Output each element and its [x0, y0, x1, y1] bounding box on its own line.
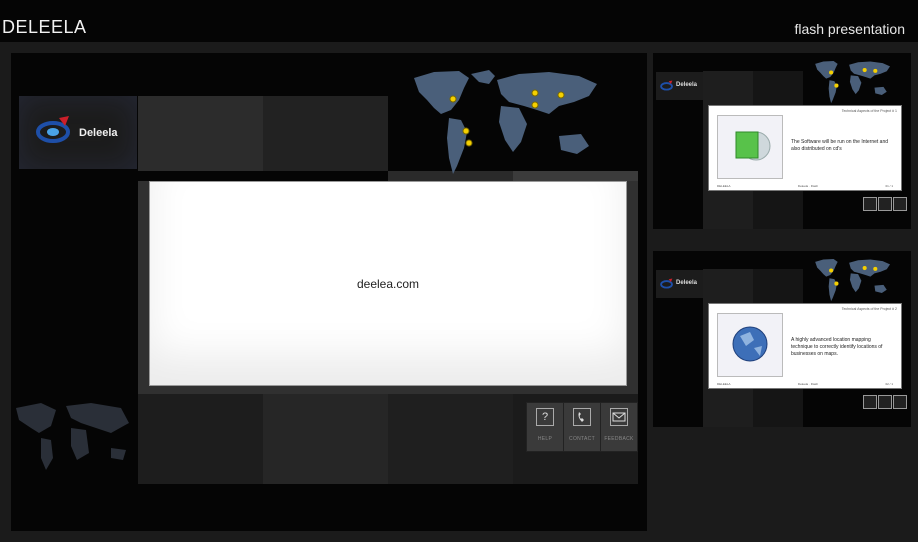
feedback-button[interactable] [893, 197, 907, 211]
content-frame: deelea.com [149, 181, 627, 386]
deleela-logo-icon [660, 80, 673, 91]
world-map-icon [414, 70, 597, 174]
slide-text: A highly advanced location mapping techn… [791, 337, 883, 357]
feedback-button[interactable]: FEEDBACK [600, 402, 638, 452]
center-text: deelea.com [356, 277, 420, 291]
deleela-logo-icon [36, 116, 70, 143]
contact-label: CONTACT [569, 436, 595, 442]
phone-icon [573, 408, 591, 426]
slide-preview: Technical Aspects of the Project # 2 A h… [708, 303, 902, 389]
help-button[interactable] [863, 197, 877, 211]
question-icon: ? [536, 408, 554, 426]
side-thumbnail-2[interactable]: Deleela Technical Aspects of the Project… [653, 251, 911, 427]
grid-tile [138, 394, 263, 484]
grid-tile [388, 394, 513, 484]
brand-title: DELEELA [2, 17, 87, 37]
contact-button[interactable]: CONTACT [563, 402, 601, 452]
globe-image-icon [717, 313, 783, 377]
logo-text: Deleela [79, 127, 118, 139]
slide-header: Technical Aspects of the Project # 1 [841, 109, 897, 113]
contact-button[interactable] [878, 395, 892, 409]
grid-tile [263, 96, 388, 171]
side-logo-text: Deleela [676, 280, 698, 286]
logo-tile: Deleela [19, 96, 137, 169]
header-bar [0, 0, 918, 42]
deleela-logo-icon [660, 278, 673, 289]
world-map-icon [815, 259, 891, 302]
world-map-icon [815, 61, 891, 104]
side-logo: Deleela [656, 270, 703, 298]
slide-footer: DELEELA Deleela · Flash 01 / 1 [717, 184, 893, 188]
help-label: HELP [537, 436, 553, 442]
slide-footer: DELEELA Deleela · Flash 02 / 1 [717, 382, 893, 386]
page-subtitle: flash presentation [794, 21, 905, 37]
cd-image-icon [717, 115, 783, 179]
feedback-label: FEEDBACK [604, 436, 634, 442]
side-thumbnail-1[interactable]: Deleela Technical Aspects of the Project… [653, 53, 911, 229]
slide-text: The Software will be run on the Internet… [791, 139, 889, 152]
feedback-button[interactable] [893, 395, 907, 409]
grid-tile [138, 96, 263, 171]
help-button[interactable]: ? HELP [526, 402, 564, 452]
envelope-icon [610, 408, 628, 426]
slide-preview: Technical Aspects of the Project # 1 The… [708, 105, 902, 191]
presentation-panel: Deleela deelea.com ? HELP CONTACT FEEDBA… [11, 53, 647, 531]
grid-tile [263, 394, 388, 484]
side-logo: Deleela [656, 72, 703, 100]
help-button[interactable] [863, 395, 877, 409]
slide-header: Technical Aspects of the Project # 2 [841, 307, 897, 311]
side-logo-text: Deleela [676, 82, 698, 88]
contact-button[interactable] [878, 197, 892, 211]
world-map-faint-icon [16, 403, 129, 470]
